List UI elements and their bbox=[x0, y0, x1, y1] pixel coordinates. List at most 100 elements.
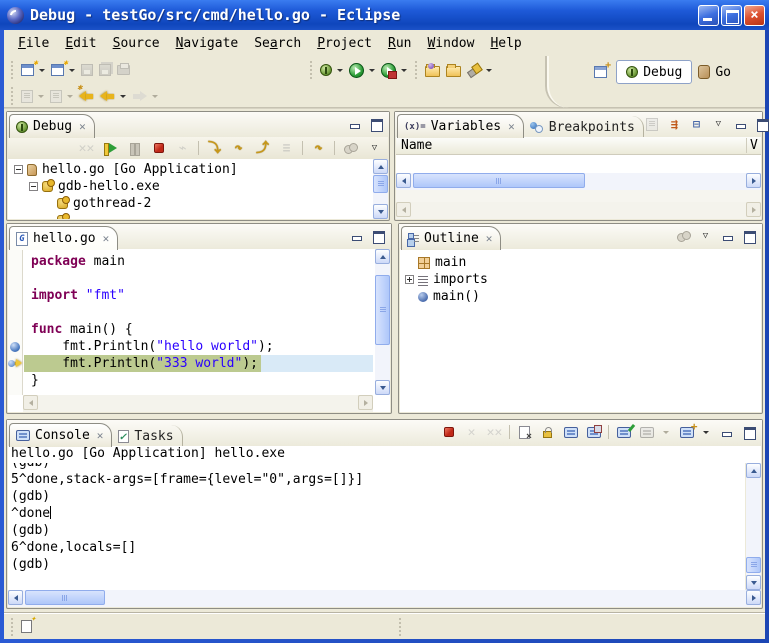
toolbar-grip[interactable] bbox=[10, 61, 14, 79]
menu-file[interactable]: File bbox=[10, 34, 57, 53]
terminate-button[interactable] bbox=[440, 424, 457, 440]
minimize-view-button[interactable] bbox=[348, 228, 365, 244]
search-button[interactable] bbox=[464, 60, 484, 80]
tab-outline[interactable]: Outline ✕ bbox=[401, 226, 501, 250]
new-other-dropdown[interactable] bbox=[69, 69, 75, 72]
debug-launch-button[interactable] bbox=[317, 60, 335, 80]
close-tab-icon[interactable]: ✕ bbox=[97, 430, 104, 441]
run-launch-button[interactable] bbox=[346, 60, 367, 80]
tab-variables[interactable]: (x)= Variables ✕ bbox=[397, 114, 524, 138]
column-name-header[interactable]: Name bbox=[396, 138, 746, 153]
view-management-button[interactable] bbox=[342, 140, 359, 156]
debug-tree-item[interactable] bbox=[8, 212, 388, 219]
scroll-right-button[interactable] bbox=[746, 202, 761, 217]
tab-hello-go[interactable]: G hello.go ✕ bbox=[9, 226, 118, 250]
close-tab-icon[interactable]: ✕ bbox=[79, 121, 86, 132]
display-selected-console-button[interactable] bbox=[638, 424, 655, 440]
scroll-right-button[interactable] bbox=[746, 590, 761, 605]
suspend-button[interactable] bbox=[126, 140, 143, 156]
new-other-button[interactable] bbox=[48, 60, 67, 80]
gutter-row[interactable] bbox=[8, 355, 22, 372]
maximize-view-button[interactable] bbox=[754, 116, 769, 132]
gutter-row[interactable] bbox=[8, 253, 22, 270]
close-tab-icon[interactable]: ✕ bbox=[486, 233, 493, 244]
link-with-editor-button[interactable] bbox=[675, 228, 692, 244]
step-into-button[interactable]: ⤵ bbox=[206, 140, 223, 156]
scroll-thumb[interactable] bbox=[413, 173, 585, 188]
forward-dropdown[interactable] bbox=[152, 95, 158, 98]
code-area[interactable]: package mainimport "fmt"func main() { fm… bbox=[24, 249, 373, 395]
outline-item[interactable]: main() bbox=[400, 288, 761, 305]
menu-project[interactable]: Project bbox=[309, 34, 380, 53]
maximize-view-button[interactable] bbox=[741, 228, 758, 244]
terminate-button[interactable] bbox=[150, 140, 167, 156]
remove-launch-button[interactable]: ✕ bbox=[463, 424, 480, 440]
console-output[interactable]: (gdb)5^done,stack-args=[frame={level="0"… bbox=[8, 463, 745, 590]
scroll-left-button[interactable] bbox=[8, 590, 23, 605]
show-stderr-button[interactable] bbox=[585, 424, 602, 440]
scroll-lock-button[interactable] bbox=[539, 424, 556, 440]
outline-tree[interactable]: mainimportsmain() bbox=[400, 249, 761, 412]
fast-view-button[interactable] bbox=[18, 619, 35, 635]
back-button[interactable] bbox=[97, 86, 118, 106]
scroll-right-button[interactable] bbox=[746, 173, 761, 188]
perspective-go-button[interactable]: Go bbox=[698, 65, 731, 80]
last-edit-location-button[interactable] bbox=[18, 86, 36, 106]
scroll-left-button[interactable] bbox=[396, 173, 411, 188]
gutter-row[interactable] bbox=[8, 372, 22, 389]
open-console-dropdown[interactable] bbox=[703, 431, 709, 434]
save-all-button[interactable] bbox=[96, 60, 114, 80]
scroll-down-button[interactable] bbox=[746, 575, 761, 590]
debug-launch-dropdown[interactable] bbox=[337, 69, 343, 72]
resume-button[interactable] bbox=[102, 140, 119, 156]
next-annotation-dropdown[interactable] bbox=[67, 95, 73, 98]
debug-tree-vscrollbar[interactable] bbox=[373, 159, 388, 219]
gutter-row[interactable] bbox=[8, 338, 22, 355]
menu-window[interactable]: Window bbox=[419, 34, 482, 53]
open-perspective-button[interactable] bbox=[591, 62, 610, 82]
show-logical-structure-button[interactable]: ⇶ bbox=[666, 116, 683, 132]
console-hscrollbar[interactable] bbox=[8, 590, 761, 607]
console-vscrollbar[interactable] bbox=[746, 463, 761, 590]
toolbar-grip[interactable] bbox=[414, 61, 418, 79]
run-launch-dropdown[interactable] bbox=[369, 69, 375, 72]
display-console-dropdown[interactable] bbox=[663, 431, 669, 434]
show-stdout-button[interactable] bbox=[562, 424, 579, 440]
save-button[interactable] bbox=[78, 60, 96, 80]
tab-breakpoints[interactable]: Breakpoints bbox=[524, 116, 644, 138]
outline-item[interactable]: imports bbox=[400, 271, 761, 288]
maximize-view-button[interactable] bbox=[370, 228, 387, 244]
scroll-left-button[interactable] bbox=[396, 202, 411, 217]
scroll-right-button[interactable] bbox=[358, 395, 373, 410]
gutter-row[interactable] bbox=[8, 321, 22, 338]
maximize-view-button[interactable] bbox=[368, 116, 385, 132]
drop-to-frame-button[interactable]: ≡ bbox=[278, 140, 295, 156]
scroll-thumb[interactable] bbox=[25, 590, 105, 605]
menu-help[interactable]: Help bbox=[482, 34, 529, 53]
scroll-up-button[interactable] bbox=[746, 463, 761, 478]
variables-table-body[interactable] bbox=[396, 155, 761, 173]
menu-source[interactable]: Source bbox=[105, 34, 168, 53]
minimize-view-button[interactable] bbox=[732, 116, 749, 132]
minimize-window-button[interactable] bbox=[698, 5, 719, 26]
scroll-up-button[interactable] bbox=[375, 249, 390, 264]
open-resource-button[interactable] bbox=[443, 60, 464, 80]
debug-tree[interactable]: hello.go [Go Application]gdb-hello.exego… bbox=[8, 159, 388, 219]
menu-navigate[interactable]: Navigate bbox=[168, 34, 247, 53]
maximize-window-button[interactable] bbox=[721, 5, 742, 26]
pin-console-button[interactable] bbox=[615, 424, 632, 440]
scroll-thumb[interactable] bbox=[375, 275, 390, 345]
minimize-view-button[interactable] bbox=[719, 228, 736, 244]
external-tools-button[interactable] bbox=[378, 60, 399, 80]
new-wizard-dropdown[interactable] bbox=[39, 69, 45, 72]
editor-vscrollbar[interactable] bbox=[375, 249, 390, 395]
disconnect-button[interactable]: ⌁ bbox=[174, 140, 191, 156]
open-console-button[interactable] bbox=[678, 424, 695, 440]
menu-run[interactable]: Run bbox=[380, 34, 419, 53]
toolbar-grip[interactable] bbox=[309, 61, 313, 79]
forward-button[interactable] bbox=[129, 86, 150, 106]
open-type-button[interactable] bbox=[422, 60, 443, 80]
last-edit-dropdown[interactable] bbox=[38, 95, 44, 98]
close-window-button[interactable]: × bbox=[744, 5, 765, 26]
gutter-row[interactable] bbox=[8, 304, 22, 321]
